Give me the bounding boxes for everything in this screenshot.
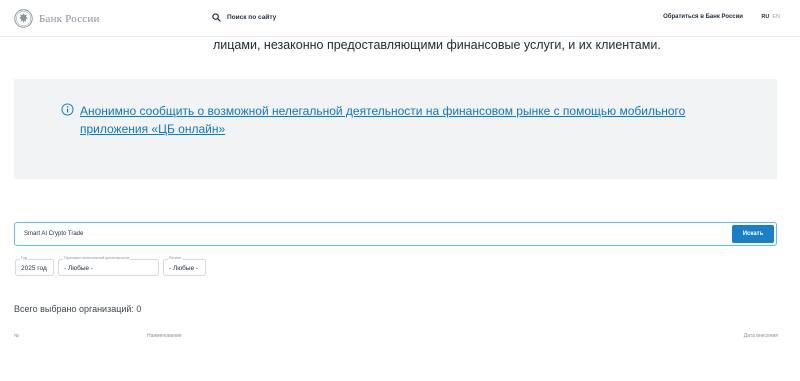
lang-ru-option[interactable]: RU <box>761 14 769 20</box>
search-button[interactable]: Искать <box>732 225 774 243</box>
illegal-activity-filter-value: - Любые - <box>64 265 94 272</box>
contact-bank-link[interactable]: Обратиться в Банк России <box>663 14 743 20</box>
report-notice: Анонимно сообщить о возможной нелегально… <box>14 79 777 179</box>
region-filter-value: - Любые - <box>169 265 199 272</box>
info-icon <box>61 103 74 116</box>
search-input-value[interactable]: Smart AI Crypto Trade <box>24 231 83 237</box>
search-icon <box>212 13 221 22</box>
site-search-label: Поиск по сайту <box>227 14 277 21</box>
language-switcher: RU EN <box>761 14 780 20</box>
results-count: Всего выбрано организаций: 0 <box>14 304 142 314</box>
logo-text: Банк России <box>39 12 100 25</box>
region-filter[interactable]: Регион - Любые - <box>163 256 206 276</box>
organization-search-field[interactable]: Smart AI Crypto Trade Искать <box>14 222 777 246</box>
intro-text: лицами, незаконно предоставляющими финан… <box>213 38 661 52</box>
year-filter-label: Год <box>20 256 29 260</box>
illegal-activity-filter[interactable]: Признаки нелегальной деятельности - Любы… <box>58 256 159 276</box>
bank-emblem-icon <box>14 9 33 28</box>
year-filter[interactable]: Год 2025 год <box>15 256 54 276</box>
illegal-activity-filter-label: Признаки нелегальной деятельности <box>63 256 131 260</box>
year-filter-value: 2025 год <box>21 265 47 272</box>
column-header-number[interactable]: № <box>14 333 19 339</box>
anonymous-report-link[interactable]: Анонимно сообщить о возможной нелегально… <box>80 102 745 138</box>
site-header: Банк России Поиск по сайту Обратиться в … <box>0 0 800 37</box>
column-header-name[interactable]: Наименование <box>147 333 182 339</box>
region-filter-label: Регион <box>168 256 183 260</box>
lang-en-option[interactable]: EN <box>772 14 780 20</box>
site-search-link[interactable]: Поиск по сайту <box>212 13 276 22</box>
column-header-date[interactable]: Дата внесения <box>744 333 778 339</box>
bank-logo-link[interactable]: Банк России <box>14 9 100 28</box>
